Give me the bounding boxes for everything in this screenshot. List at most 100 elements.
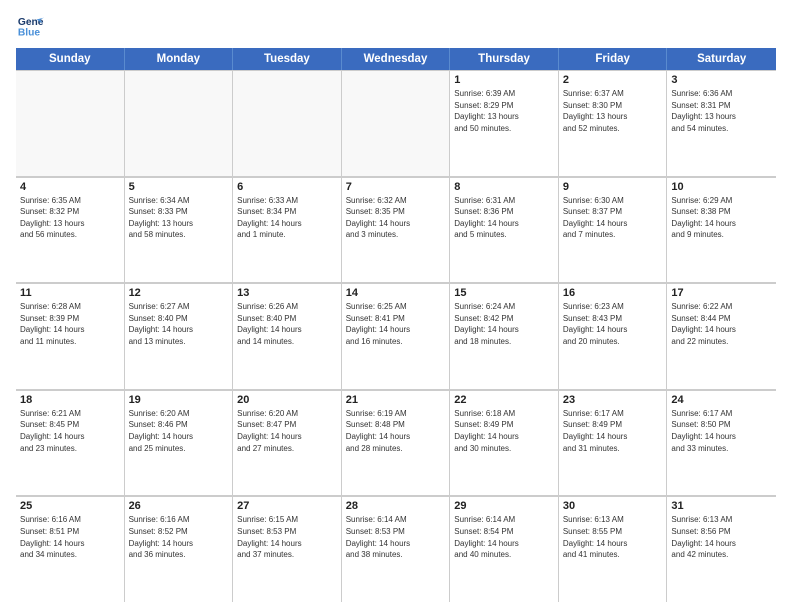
day-info: Sunrise: 6:28 AM Sunset: 8:39 PM Dayligh…: [20, 301, 120, 347]
cal-day-16: 16 Sunrise: 6:23 AM Sunset: 8:43 PM Dayli…: [559, 283, 668, 389]
cal-day-14: 14 Sunrise: 6:25 AM Sunset: 8:41 PM Dayli…: [342, 283, 451, 389]
cal-day-22: 22 Sunrise: 6:18 AM Sunset: 8:49 PM Dayli…: [450, 390, 559, 496]
day-number: 12: [129, 287, 229, 299]
day-number: 21: [346, 394, 446, 406]
cal-day-29: 29Sunrise: 6:14 AM Sunset: 8:54 PM Dayli…: [450, 496, 559, 602]
cal-day-4: 4Sunrise: 6:35 AM Sunset: 8:32 PM Daylig…: [16, 177, 125, 283]
header: General Blue: [16, 12, 776, 40]
cal-day-8: 8 Sunrise: 6:31 AM Sunset: 8:36 PM Daylig…: [450, 177, 559, 283]
calendar-week-4: 18Sunrise: 6:21 AM Sunset: 8:45 PM Dayli…: [16, 390, 776, 497]
day-header-friday: Friday: [559, 48, 668, 70]
day-info: Sunrise: 6:24 AM Sunset: 8:42 PM Dayligh…: [454, 301, 554, 347]
cal-day-30: 30 Sunrise: 6:13 AM Sunset: 8:55 PM Dayli…: [559, 496, 668, 602]
day-info: Sunrise: 6:31 AM Sunset: 8:36 PM Dayligh…: [454, 195, 554, 241]
cal-day-19: 19 Sunrise: 6:20 AM Sunset: 8:46 PM Dayli…: [125, 390, 234, 496]
day-number: 5: [129, 181, 229, 193]
day-info: Sunrise: 6:26 AM Sunset: 8:40 PM Dayligh…: [237, 301, 337, 347]
day-header-thursday: Thursday: [450, 48, 559, 70]
day-info: Sunrise: 6:33 AM Sunset: 8:34 PM Dayligh…: [237, 195, 337, 241]
cal-day-11: 11 Sunrise: 6:28 AM Sunset: 8:39 PM Dayli…: [16, 283, 125, 389]
cal-day-24: 24 Sunrise: 6:17 AM Sunset: 8:50 PM Dayli…: [667, 390, 776, 496]
day-info: Sunrise: 6:25 AM Sunset: 8:41 PM Dayligh…: [346, 301, 446, 347]
day-number: 8: [454, 181, 554, 193]
day-number: 13: [237, 287, 337, 299]
day-info: Sunrise: 6:19 AM Sunset: 8:48 PM Dayligh…: [346, 408, 446, 454]
day-number: 18: [20, 394, 120, 406]
day-number: 6: [237, 181, 337, 193]
cal-day-10: 10 Sunrise: 6:29 AM Sunset: 8:38 PM Dayli…: [667, 177, 776, 283]
calendar-header: SundayMondayTuesdayWednesdayThursdayFrid…: [16, 48, 776, 70]
calendar: SundayMondayTuesdayWednesdayThursdayFrid…: [16, 48, 776, 602]
cal-day-1: 1 Sunrise: 6:39 AM Sunset: 8:29 PM Daylig…: [450, 70, 559, 176]
cal-day-18: 18Sunrise: 6:21 AM Sunset: 8:45 PM Dayli…: [16, 390, 125, 496]
page: General Blue SundayMondayTuesdayWednesda…: [0, 0, 792, 612]
day-info: Sunrise: 6:13 AM Sunset: 8:55 PM Dayligh…: [563, 514, 663, 560]
calendar-body: 1 Sunrise: 6:39 AM Sunset: 8:29 PM Daylig…: [16, 70, 776, 602]
day-number: 23: [563, 394, 663, 406]
cal-day-23: 23 Sunrise: 6:17 AM Sunset: 8:49 PM Dayli…: [559, 390, 668, 496]
cal-day-2: 2 Sunrise: 6:37 AM Sunset: 8:30 PM Daylig…: [559, 70, 668, 176]
cal-day-15: 15 Sunrise: 6:24 AM Sunset: 8:42 PM Dayli…: [450, 283, 559, 389]
day-info: Sunrise: 6:16 AM Sunset: 8:52 PM Dayligh…: [129, 514, 229, 560]
cal-day-5: 5 Sunrise: 6:34 AM Sunset: 8:33 PM Daylig…: [125, 177, 234, 283]
day-number: 16: [563, 287, 663, 299]
day-number: 31: [671, 500, 772, 512]
day-info: Sunrise: 6:18 AM Sunset: 8:49 PM Dayligh…: [454, 408, 554, 454]
logo: General Blue: [16, 12, 48, 40]
calendar-week-1: 1 Sunrise: 6:39 AM Sunset: 8:29 PM Daylig…: [16, 70, 776, 177]
calendar-week-5: 25Sunrise: 6:16 AM Sunset: 8:51 PM Dayli…: [16, 496, 776, 602]
day-header-tuesday: Tuesday: [233, 48, 342, 70]
day-number: 20: [237, 394, 337, 406]
day-info: Sunrise: 6:32 AM Sunset: 8:35 PM Dayligh…: [346, 195, 446, 241]
cal-day-26: 26 Sunrise: 6:16 AM Sunset: 8:52 PM Dayli…: [125, 496, 234, 602]
day-info: Sunrise: 6:27 AM Sunset: 8:40 PM Dayligh…: [129, 301, 229, 347]
logo-icon: General Blue: [16, 12, 44, 40]
cal-day-7: 7 Sunrise: 6:32 AM Sunset: 8:35 PM Daylig…: [342, 177, 451, 283]
cal-day-27: 27 Sunrise: 6:15 AM Sunset: 8:53 PM Dayli…: [233, 496, 342, 602]
day-info: Sunrise: 6:17 AM Sunset: 8:50 PM Dayligh…: [671, 408, 772, 454]
day-info: Sunrise: 6:17 AM Sunset: 8:49 PM Dayligh…: [563, 408, 663, 454]
calendar-week-2: 4Sunrise: 6:35 AM Sunset: 8:32 PM Daylig…: [16, 177, 776, 284]
day-number: 2: [563, 74, 663, 86]
cal-day-9: 9Sunrise: 6:30 AM Sunset: 8:37 PM Daylig…: [559, 177, 668, 283]
day-number: 25: [20, 500, 120, 512]
cal-day-20: 20Sunrise: 6:20 AM Sunset: 8:47 PM Dayli…: [233, 390, 342, 496]
day-info: Sunrise: 6:14 AM Sunset: 8:54 PM Dayligh…: [454, 514, 554, 560]
day-info: Sunrise: 6:39 AM Sunset: 8:29 PM Dayligh…: [454, 88, 554, 134]
day-info: Sunrise: 6:23 AM Sunset: 8:43 PM Dayligh…: [563, 301, 663, 347]
day-number: 28: [346, 500, 446, 512]
day-info: Sunrise: 6:35 AM Sunset: 8:32 PM Dayligh…: [20, 195, 120, 241]
day-number: 19: [129, 394, 229, 406]
day-number: 30: [563, 500, 663, 512]
day-info: Sunrise: 6:34 AM Sunset: 8:33 PM Dayligh…: [129, 195, 229, 241]
day-number: 14: [346, 287, 446, 299]
day-number: 9: [563, 181, 663, 193]
day-number: 7: [346, 181, 446, 193]
day-header-wednesday: Wednesday: [342, 48, 451, 70]
day-info: Sunrise: 6:20 AM Sunset: 8:46 PM Dayligh…: [129, 408, 229, 454]
cal-day-empty: [233, 70, 342, 176]
day-header-monday: Monday: [125, 48, 234, 70]
day-number: 27: [237, 500, 337, 512]
cal-day-12: 12 Sunrise: 6:27 AM Sunset: 8:40 PM Dayli…: [125, 283, 234, 389]
day-header-saturday: Saturday: [667, 48, 776, 70]
cal-day-13: 13 Sunrise: 6:26 AM Sunset: 8:40 PM Dayli…: [233, 283, 342, 389]
cal-day-28: 28 Sunrise: 6:14 AM Sunset: 8:53 PM Dayli…: [342, 496, 451, 602]
day-number: 3: [671, 74, 772, 86]
cal-day-empty: [16, 70, 125, 176]
day-number: 11: [20, 287, 120, 299]
day-number: 24: [671, 394, 772, 406]
day-info: Sunrise: 6:14 AM Sunset: 8:53 PM Dayligh…: [346, 514, 446, 560]
day-number: 26: [129, 500, 229, 512]
day-number: 15: [454, 287, 554, 299]
day-info: Sunrise: 6:15 AM Sunset: 8:53 PM Dayligh…: [237, 514, 337, 560]
day-number: 10: [671, 181, 772, 193]
day-info: Sunrise: 6:29 AM Sunset: 8:38 PM Dayligh…: [671, 195, 772, 241]
cal-day-3: 3Sunrise: 6:36 AM Sunset: 8:31 PM Daylig…: [667, 70, 776, 176]
cal-day-17: 17Sunrise: 6:22 AM Sunset: 8:44 PM Dayli…: [667, 283, 776, 389]
day-number: 22: [454, 394, 554, 406]
day-number: 1: [454, 74, 554, 86]
cal-day-25: 25Sunrise: 6:16 AM Sunset: 8:51 PM Dayli…: [16, 496, 125, 602]
day-info: Sunrise: 6:37 AM Sunset: 8:30 PM Dayligh…: [563, 88, 663, 134]
cal-day-21: 21 Sunrise: 6:19 AM Sunset: 8:48 PM Dayli…: [342, 390, 451, 496]
